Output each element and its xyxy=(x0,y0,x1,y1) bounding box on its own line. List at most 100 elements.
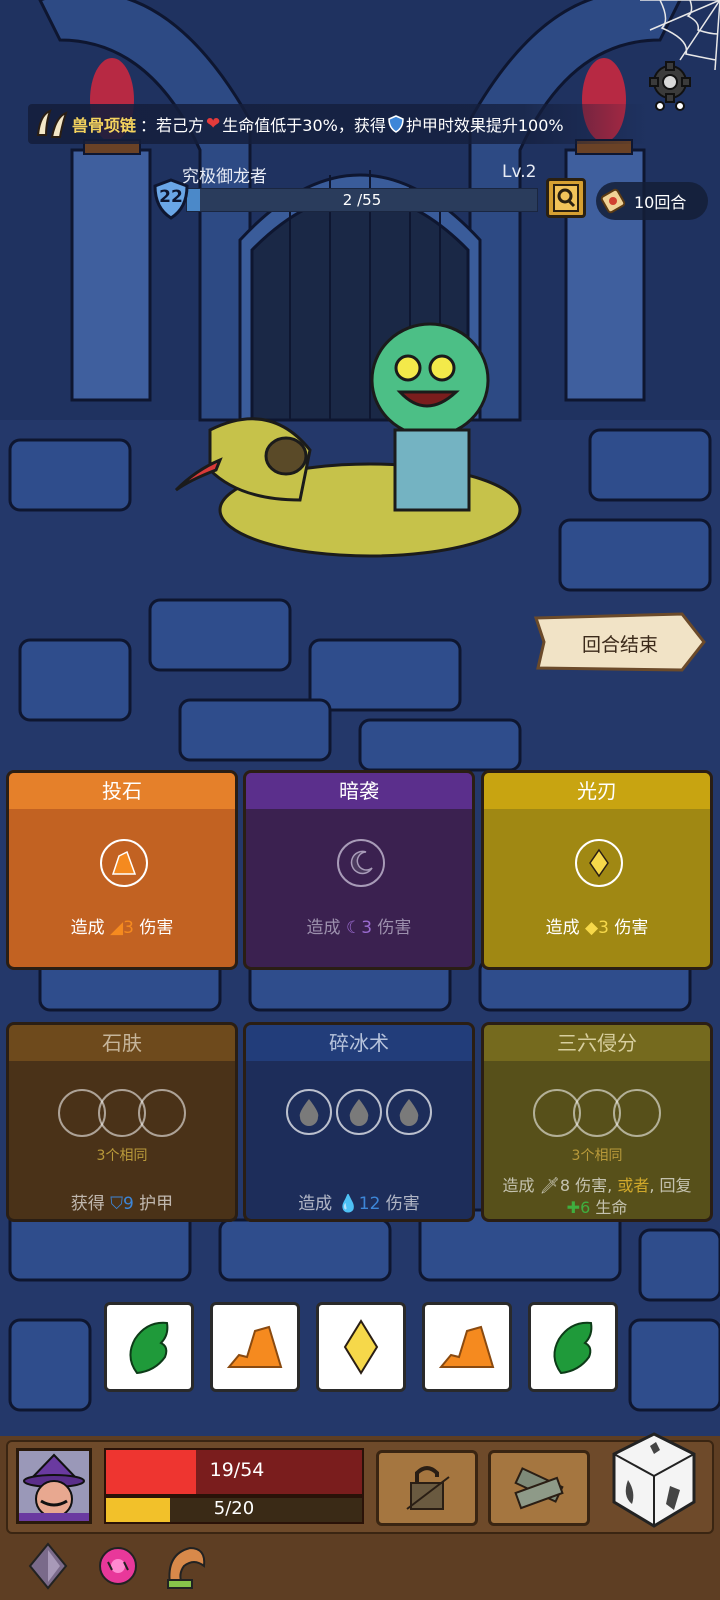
dice-slots xyxy=(484,1089,710,1137)
level-badge-number: 22 xyxy=(159,187,183,207)
desc-prefix: 造成 xyxy=(502,1176,540,1195)
desc-suffix: 伤害 xyxy=(372,918,412,938)
purple-gem-relic[interactable] xyxy=(22,1540,74,1592)
pink-flower-relic[interactable] xyxy=(92,1540,144,1592)
card-body: 造成 💧12 伤害 xyxy=(246,1061,472,1219)
card-light-blade[interactable]: 光刃 造成 ◆3 伤害 xyxy=(481,770,713,970)
card-description: 造成 ☾3 伤害 xyxy=(246,913,472,938)
xp-text: 2 /55 xyxy=(187,191,537,209)
die-rock[interactable] xyxy=(422,1302,512,1392)
end-turn-button[interactable]: 回合结束 xyxy=(532,612,708,674)
heal-suffix: 生命 xyxy=(590,1198,628,1217)
xp-bar: 2 /55 xyxy=(186,188,538,212)
health-text: 19/54 xyxy=(209,1459,265,1481)
card-title: 石肤 xyxy=(9,1025,235,1061)
die-leaf[interactable] xyxy=(528,1302,618,1392)
relic-separator: ： xyxy=(140,116,157,135)
turn-count-text: 10回合 xyxy=(634,193,687,212)
rock-icon xyxy=(438,1325,495,1368)
desc-suffix: 护甲 xyxy=(133,1194,174,1214)
xp-max: /55 xyxy=(357,191,382,209)
damage-value: 3 xyxy=(123,918,134,938)
card-title: 暗袭 xyxy=(246,773,472,809)
magnifier-icon xyxy=(553,184,579,212)
sword-icon: 🗡 xyxy=(539,1176,560,1195)
card-title: 碎冰术 xyxy=(246,1025,472,1061)
gem-icon xyxy=(28,1542,68,1590)
damage-value: 3 xyxy=(598,918,609,938)
player-title: 究极御龙者 xyxy=(182,167,267,187)
end-turn-label: 回合结束 xyxy=(581,634,658,656)
die-diamond[interactable] xyxy=(316,1302,406,1392)
armor-value: 9 xyxy=(122,1194,134,1214)
water-drop-slot[interactable] xyxy=(286,1089,332,1135)
or-text: 或者 xyxy=(617,1176,650,1195)
water-drop-slot[interactable] xyxy=(336,1089,382,1135)
water-drop-slot[interactable] xyxy=(386,1089,432,1135)
xp-current: 2 xyxy=(342,191,353,209)
relic-text-1: 若己方 xyxy=(156,116,205,135)
lock-dice-button[interactable] xyxy=(376,1450,478,1526)
card-stone-skin[interactable]: 石肤 3个相同 获得 ⛉9 护甲 xyxy=(6,1022,238,1222)
roll-dice-button[interactable] xyxy=(610,1430,698,1530)
pink-flower-icon xyxy=(99,1547,137,1585)
damage-text: 8 伤害, xyxy=(559,1176,618,1195)
requirement-text: 3个相同 xyxy=(96,1148,148,1164)
card-ice-shatter[interactable]: 碎冰术 造成 💧12 伤害 xyxy=(243,1022,475,1222)
reroll-scroll-button[interactable] xyxy=(488,1450,590,1526)
desc-suffix: 伤害 xyxy=(133,918,174,938)
desc-prefix: 造成 xyxy=(306,918,346,938)
desc-suffix: 伤害 xyxy=(380,1194,420,1214)
heal-value: 6 xyxy=(580,1198,591,1217)
settings-gear-icon[interactable] xyxy=(646,60,694,112)
desc-suffix: 伤害 xyxy=(608,918,649,938)
card-sneak-attack[interactable]: 暗袭 造成 ☾3 伤害 xyxy=(243,770,475,970)
horn-icon xyxy=(167,1546,206,1589)
heart-icon: ❤ xyxy=(206,114,221,134)
diamond-icon: ◆ xyxy=(585,918,599,938)
card-title: 投石 xyxy=(9,773,235,809)
leaf-icon xyxy=(553,1321,593,1375)
turn-counter: 10回合 xyxy=(596,182,708,220)
leaf-icon xyxy=(129,1321,169,1375)
broken-lock-icon xyxy=(406,1466,450,1510)
heal-prefix: , 回复 xyxy=(649,1176,692,1195)
level-badge: 22 xyxy=(152,178,190,220)
rock-icon xyxy=(100,839,148,887)
player-avatar[interactable] xyxy=(16,1448,92,1524)
card-title: 三六侵分 xyxy=(484,1025,710,1061)
relic-name: 兽骨项链 xyxy=(72,116,137,135)
bandage-icon xyxy=(514,1467,564,1510)
requirement-text: 3个相同 xyxy=(571,1148,623,1164)
horn-relic[interactable] xyxy=(160,1540,212,1592)
card-three-six[interactable]: 三六侵分 3个相同 造成 🗡8 伤害, 或者, 回复 ✚6 生命 xyxy=(481,1022,713,1222)
dice-slot[interactable] xyxy=(138,1089,186,1137)
plus-icon: ✚ xyxy=(566,1198,581,1217)
die-rock[interactable] xyxy=(210,1302,300,1392)
dice-slot[interactable] xyxy=(613,1089,661,1137)
relic-effect-banner: 兽骨项链： 若己方 ❤ 生命值低于30%，获得 护甲时效果提升100% xyxy=(28,104,648,144)
diamond-icon xyxy=(343,1319,379,1375)
die-leaf[interactable] xyxy=(104,1302,194,1392)
relic-text-3: 护甲时效果提升100% xyxy=(405,116,564,135)
card-body: 3个相同 造成 🗡8 伤害, 或者, 回复 ✚6 生命 xyxy=(484,1061,710,1219)
damage-value: 12 xyxy=(358,1194,381,1214)
card-body: 造成 ☾3 伤害 xyxy=(246,809,472,967)
player-level: Lv.2 xyxy=(502,162,537,182)
inspect-button[interactable] xyxy=(546,178,586,218)
moon-icon xyxy=(337,839,385,887)
scroll-icon xyxy=(600,188,626,214)
rock-icon: ◢ xyxy=(110,918,124,938)
energy-text: 5/20 xyxy=(213,1498,255,1519)
desc-prefix: 造成 xyxy=(298,1194,338,1214)
card-description: 造成 ◆3 伤害 xyxy=(484,913,710,938)
card-body: 造成 ◢3 伤害 xyxy=(9,809,235,967)
card-throw-stone[interactable]: 投石 造成 ◢3 伤害 xyxy=(6,770,238,970)
desc-prefix: 造成 xyxy=(70,918,111,938)
shield-icon: ⛉ xyxy=(110,1194,123,1214)
card-description: 造成 ◢3 伤害 xyxy=(9,913,235,938)
wizard-portrait xyxy=(19,1451,89,1521)
white-die-icon xyxy=(612,1432,696,1528)
card-description: 造成 💧12 伤害 xyxy=(246,1189,472,1214)
dice-slots xyxy=(246,1089,472,1135)
